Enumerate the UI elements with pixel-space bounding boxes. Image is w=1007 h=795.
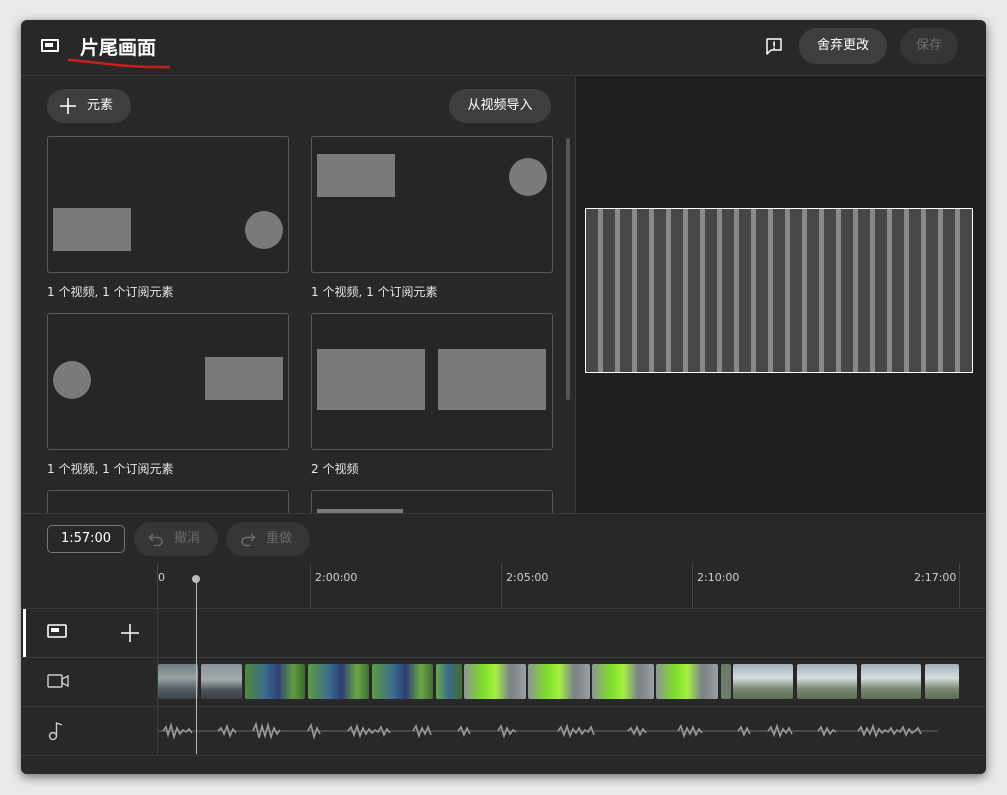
- endscreen-track: [21, 608, 986, 657]
- import-from-video-button[interactable]: 从视频导入: [449, 89, 551, 123]
- page-title: 片尾画面: [80, 37, 157, 59]
- video-thumbnail: [797, 664, 857, 699]
- video-thumbnail: [721, 664, 731, 699]
- endscreen-icon: [41, 39, 59, 52]
- timeline: 1:57:00 撤消 重做 0 2:00:00 2:05:00 2:10:00 …: [21, 513, 986, 774]
- template-card[interactable]: [311, 136, 553, 273]
- redo-icon: [241, 533, 256, 547]
- subscribe-placeholder: [53, 361, 91, 399]
- video-camera-icon: [47, 674, 69, 688]
- subscribe-placeholder: [509, 158, 547, 196]
- template-caption: 2 个视频: [311, 462, 359, 476]
- template-card[interactable]: [47, 136, 289, 273]
- video-thumbnail: [528, 664, 590, 699]
- template-caption: 1 个视频, 1 个订阅元素: [47, 285, 174, 299]
- video-thumbnail: [925, 664, 959, 699]
- video-thumbnail: [201, 664, 242, 699]
- video-thumbnail: [592, 664, 654, 699]
- ruler-gridline: [501, 564, 502, 608]
- undo-icon: [148, 533, 163, 547]
- video-placeholder: [205, 357, 283, 400]
- redo-label: 重做: [266, 531, 293, 546]
- save-button[interactable]: 保存: [900, 28, 958, 64]
- ruler-tick-label: 2:17:00: [914, 571, 957, 584]
- video-thumbnail: [464, 664, 526, 699]
- ruler-tick-label: 2:05:00: [506, 571, 549, 584]
- video-placeholder: [317, 154, 395, 197]
- ruler-gridline: [692, 564, 693, 608]
- template-scrollbar[interactable]: [566, 138, 570, 400]
- ruler-tick-label: 2:10:00: [697, 571, 740, 584]
- template-caption: 1 个视频, 1 个订阅元素: [47, 462, 174, 476]
- playhead[interactable]: [196, 579, 197, 754]
- video-thumbnail: [372, 664, 433, 699]
- audio-track: [21, 706, 986, 756]
- endscreen-editor-window: 片尾画面 舍弃更改 保存 元素 从视频导入 1 个视频, 1 个订阅元素 1 个…: [21, 20, 986, 774]
- video-placeholder: [438, 349, 546, 410]
- video-placeholder: [317, 349, 425, 410]
- template-panel: 元素 从视频导入 1 个视频, 1 个订阅元素 1 个视频, 1 个订阅元素 1…: [21, 76, 575, 513]
- template-card[interactable]: [47, 490, 289, 513]
- subscribe-placeholder: [245, 211, 283, 249]
- video-preview: [585, 208, 973, 373]
- video-placeholder: [53, 208, 131, 251]
- video-thumbnail: [245, 664, 305, 699]
- undo-button[interactable]: 撤消: [134, 522, 218, 556]
- endscreen-track-header: [21, 609, 158, 657]
- video-thumbnail: [158, 664, 198, 699]
- video-track-header: [21, 658, 158, 706]
- preview-panel: [575, 76, 986, 513]
- ruler-tick-label: 0: [158, 571, 165, 584]
- current-time-field[interactable]: 1:57:00: [47, 525, 125, 553]
- ruler-tick-label: 2:00:00: [315, 571, 358, 584]
- plus-icon: [60, 98, 76, 114]
- audio-waveform: [158, 721, 938, 740]
- feedback-icon[interactable]: [765, 37, 783, 55]
- video-thumbnail: [733, 664, 793, 699]
- add-element-button[interactable]: 元素: [47, 89, 131, 123]
- redo-button[interactable]: 重做: [226, 522, 310, 556]
- undo-label: 撤消: [174, 531, 201, 546]
- video-thumbnail: [308, 664, 369, 699]
- endscreen-icon: [47, 624, 67, 638]
- template-card[interactable]: [311, 313, 553, 450]
- audio-track-header: [21, 707, 158, 755]
- discard-changes-button[interactable]: 舍弃更改: [799, 28, 887, 64]
- music-note-icon: [48, 722, 63, 741]
- plus-icon[interactable]: [121, 624, 139, 642]
- video-thumbnail: [436, 664, 462, 699]
- red-annotation-underline: [67, 58, 171, 69]
- add-element-label: 元素: [87, 98, 114, 113]
- template-caption: 1 个视频, 1 个订阅元素: [311, 285, 438, 299]
- video-thumbnail: [861, 664, 921, 699]
- ruler-gridline: [310, 564, 311, 608]
- video-thumbnail: [656, 664, 718, 699]
- template-card[interactable]: [311, 490, 553, 513]
- active-track-indicator: [23, 609, 26, 657]
- editor-header: 片尾画面 舍弃更改 保存: [21, 20, 986, 76]
- video-track: [21, 657, 986, 706]
- template-card[interactable]: [47, 313, 289, 450]
- ruler-gridline: [959, 564, 960, 608]
